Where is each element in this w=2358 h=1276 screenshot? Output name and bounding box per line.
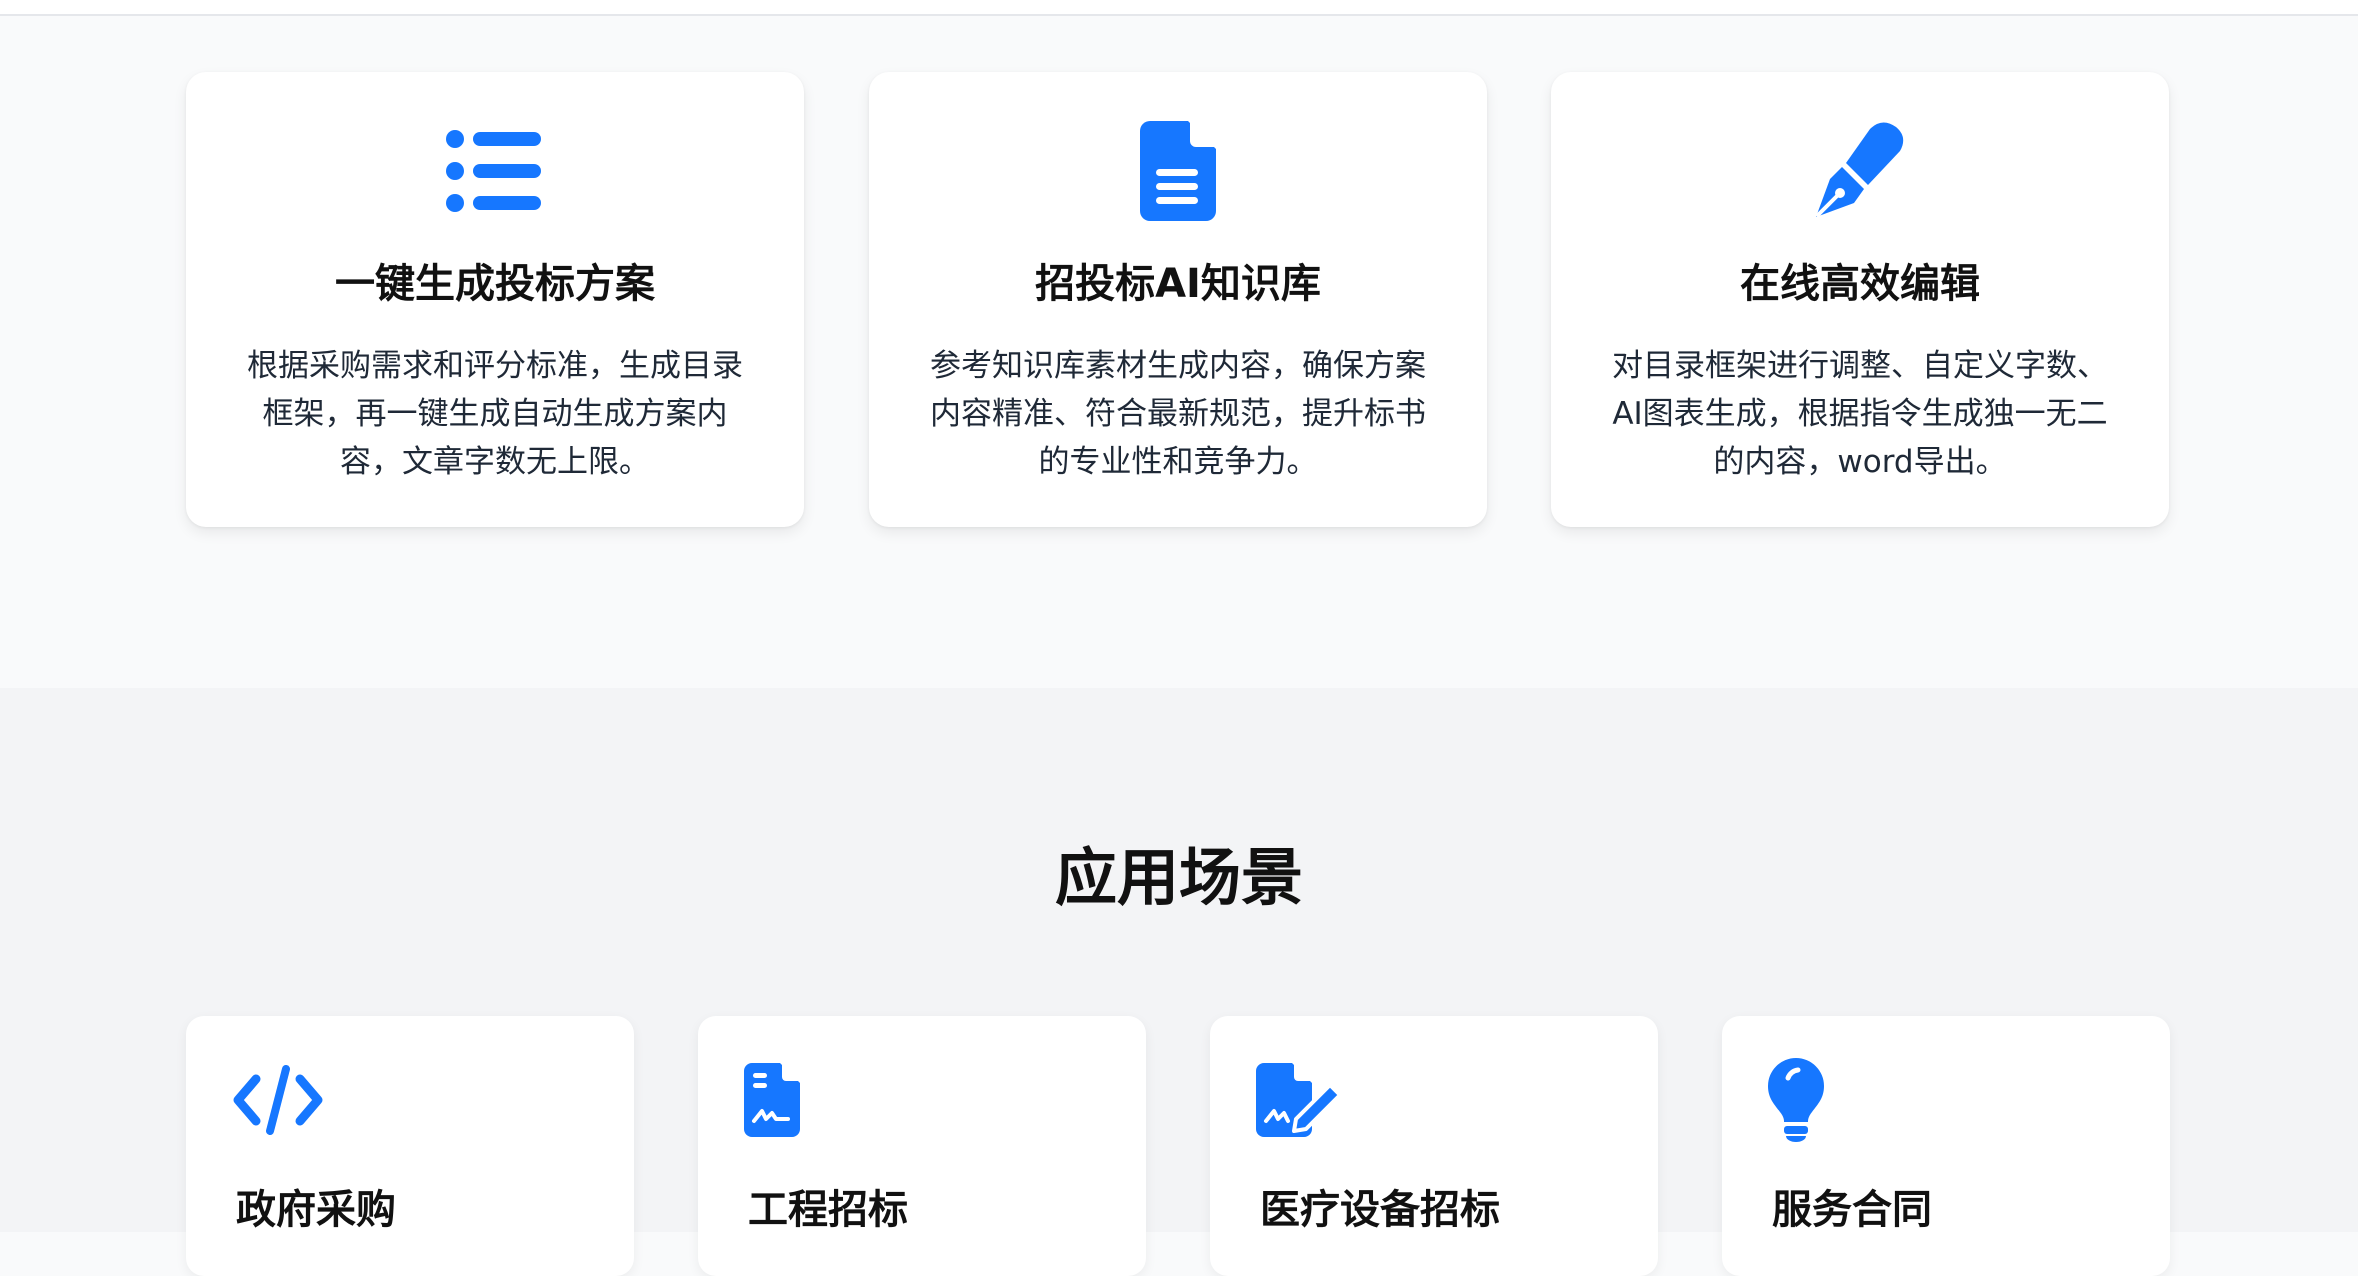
list-icon [440, 116, 550, 226]
scene-title: 政府采购 [236, 1187, 396, 1233]
signed-document-icon [744, 1060, 844, 1140]
feature-card-online-editing[interactable]: 在线高效编辑 对目录框架进行调整、自定义字数、AI图表生成，根据指令生成独一无二… [1551, 72, 2169, 527]
scene-title: 医疗设备招标 [1260, 1187, 1500, 1233]
scene-card-government-procurement[interactable]: 政府采购 [186, 1016, 634, 1276]
pen-icon [1805, 116, 1915, 226]
features-section: 一键生成投标方案 根据采购需求和评分标准，生成目录框架，再一键生成自动生成方案内… [0, 16, 2358, 688]
code-icon [232, 1060, 332, 1140]
feature-title: 一键生成投标方案 [335, 261, 655, 307]
feature-title: 在线高效编辑 [1740, 261, 1980, 307]
top-divider [0, 0, 2358, 16]
section-title: 应用场景 [1054, 841, 1303, 914]
feature-description: 对目录框架进行调整、自定义字数、AI图表生成，根据指令生成独一无二的内容，wor… [1612, 348, 2108, 480]
scene-title: 工程招标 [748, 1187, 908, 1233]
application-scenarios-section: 应用场景 政府采购 工程招标 医疗设备招标 服务合同 [0, 688, 2358, 1276]
scene-card-engineering-tender[interactable]: 工程招标 [698, 1016, 1146, 1276]
document-pen-icon [1256, 1060, 1356, 1140]
feature-description: 参考知识库素材生成内容，确保方案内容精准、符合最新规范，提升标书的专业性和竞争力… [930, 348, 1426, 480]
feature-description: 根据采购需求和评分标准，生成目录框架，再一键生成自动生成方案内容，文章字数无上限… [247, 348, 743, 480]
feature-card-knowledge-base[interactable]: 招投标AI知识库 参考知识库素材生成内容，确保方案内容精准、符合最新规范，提升标… [869, 72, 1487, 527]
scene-card-medical-equipment-tender[interactable]: 医疗设备招标 [1210, 1016, 1658, 1276]
lightbulb-icon [1768, 1058, 1868, 1142]
document-icon [1123, 116, 1233, 226]
scene-card-service-contract[interactable]: 服务合同 [1722, 1016, 2170, 1276]
feature-card-generate[interactable]: 一键生成投标方案 根据采购需求和评分标准，生成目录框架，再一键生成自动生成方案内… [186, 72, 804, 527]
scene-title: 服务合同 [1772, 1187, 1932, 1233]
feature-title: 招投标AI知识库 [1035, 261, 1321, 307]
